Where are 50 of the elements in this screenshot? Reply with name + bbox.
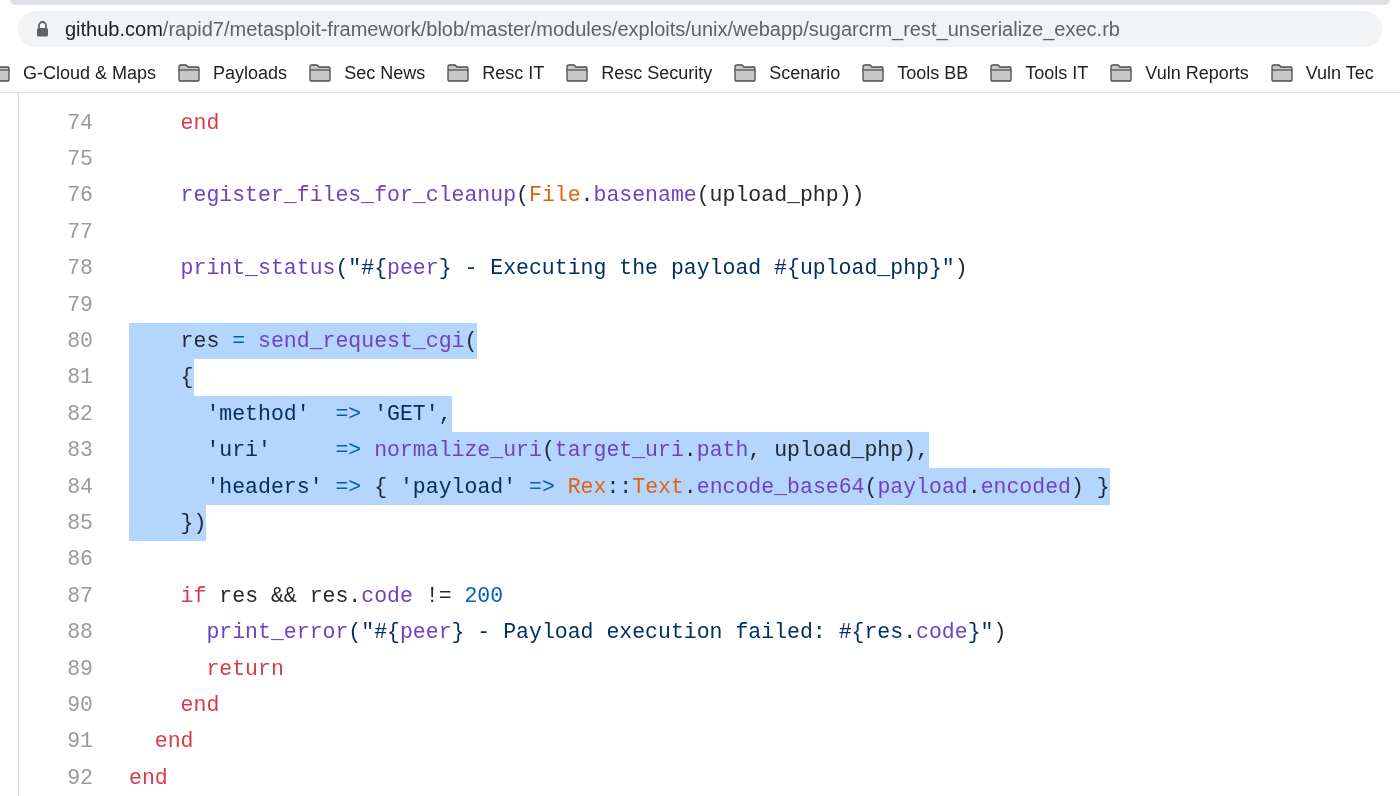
folder-icon xyxy=(447,64,470,83)
folder-icon xyxy=(1110,64,1133,83)
line-number: 76 xyxy=(66,182,93,210)
line-number: 82 xyxy=(66,400,93,428)
bookmark-item[interactable]: Resc Security xyxy=(566,59,713,87)
line-number: 92 xyxy=(66,764,93,792)
bookmark-item[interactable]: Payloads xyxy=(178,59,288,87)
url-text: github.com/rapid7/metasploit-framework/blob/master/modules/exploits/unix/webapp/sugarcrm_rest_unserialize_exec.rb xyxy=(65,16,1120,43)
bookmark-item[interactable]: Vuln Tec xyxy=(1270,59,1374,87)
line-number: 80 xyxy=(66,328,93,355)
line-number: 85 xyxy=(66,509,93,537)
code-line: return xyxy=(205,655,284,683)
line-number: 87 xyxy=(66,582,93,610)
bookmark-item[interactable]: Tools BB xyxy=(862,59,969,87)
code-line: if res && res.code != 200 xyxy=(179,582,504,610)
line-number: 75 xyxy=(66,146,93,174)
code-line: print_error("#{peer} - Payload execution failed: #{res.code}") xyxy=(205,619,1007,647)
lock-icon xyxy=(36,20,49,37)
code-line: end xyxy=(179,691,220,719)
bookmark-item[interactable]: Sec News xyxy=(309,59,426,87)
line-number: 74 xyxy=(66,109,93,137)
line-number: 81 xyxy=(66,364,93,392)
code-line: end xyxy=(129,764,168,792)
line-number: 78 xyxy=(66,255,93,283)
line-number: 77 xyxy=(66,218,93,246)
line-number: 91 xyxy=(66,728,93,756)
bookmark-item[interactable]: Scenario xyxy=(734,59,841,87)
code-line: end xyxy=(153,728,194,756)
folder-icon xyxy=(990,64,1013,83)
line-number: 84 xyxy=(66,473,93,501)
folder-icon xyxy=(1270,64,1293,83)
line-number: 89 xyxy=(66,655,93,683)
folder-icon xyxy=(862,64,885,83)
bookmark-item[interactable]: Vuln Reports xyxy=(1110,59,1249,87)
line-number: 83 xyxy=(66,437,93,465)
bookmark-item[interactable]: Tools IT xyxy=(990,59,1089,87)
address-bar[interactable]: github.com/rapid7/metasploit-framework/blob/master/modules/exploits/unix/webapp/sugarcrm_rest_unserialize_exec.rb xyxy=(18,10,1382,47)
line-number: 88 xyxy=(66,619,93,647)
folder-icon xyxy=(734,64,757,83)
folder-icon xyxy=(566,64,589,83)
line-number: 86 xyxy=(66,546,93,574)
code-line: print_status("#{peer} - Executing the payload #{upload_php}") xyxy=(179,255,968,283)
folder-icon xyxy=(178,64,201,83)
line-number: 79 xyxy=(66,291,93,319)
line-number: 90 xyxy=(66,691,93,719)
bookmark-item[interactable]: Resc IT xyxy=(447,59,545,87)
folder-icon xyxy=(309,64,332,83)
bookmark-item[interactable]: G-Cloud & Maps xyxy=(0,59,157,87)
code-line: register_files_for_cleanup(File.basename(upload_php)) xyxy=(179,182,865,210)
code-line: end xyxy=(179,109,220,137)
